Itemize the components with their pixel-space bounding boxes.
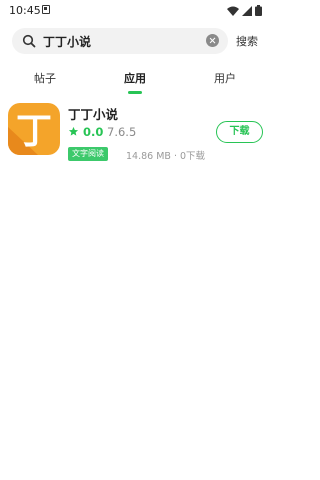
signal-icon xyxy=(242,5,252,16)
app-rating: 0.0 xyxy=(83,125,104,139)
status-icons xyxy=(227,5,262,16)
clear-icon[interactable] xyxy=(206,34,219,47)
tab-users[interactable]: 用户 xyxy=(195,70,255,86)
tab-bar: 帖子 应用 用户 xyxy=(0,70,270,98)
app-version: 7.6.5 xyxy=(107,125,137,139)
app-icon-glyph: 丁 xyxy=(16,111,52,152)
search-bar[interactable]: 丁丁小说 xyxy=(12,28,228,54)
active-tab-indicator xyxy=(128,91,142,94)
notification-icon xyxy=(42,5,50,14)
app-name: 丁丁小说 xyxy=(68,107,119,122)
tab-posts[interactable]: 帖子 xyxy=(15,70,75,86)
category-tag: 文字阅读 xyxy=(68,147,108,161)
tab-label: 用户 xyxy=(214,72,236,85)
app-icon: 丁 xyxy=(8,103,60,155)
tab-apps[interactable]: 应用 xyxy=(105,70,165,94)
search-button[interactable]: 搜索 xyxy=(236,33,258,49)
status-bar: 10:45 xyxy=(0,0,270,22)
wifi-icon xyxy=(227,6,239,16)
search-icon xyxy=(22,34,36,48)
search-input[interactable]: 丁丁小说 xyxy=(43,33,91,50)
tab-label: 帖子 xyxy=(34,72,56,85)
status-time: 10:45 xyxy=(9,4,41,17)
tab-label: 应用 xyxy=(124,72,146,85)
battery-icon xyxy=(255,5,262,16)
star-icon xyxy=(68,126,79,136)
download-button[interactable]: 下载 xyxy=(216,121,263,143)
app-meta: 14.86 MB · 0下载 xyxy=(126,151,206,162)
